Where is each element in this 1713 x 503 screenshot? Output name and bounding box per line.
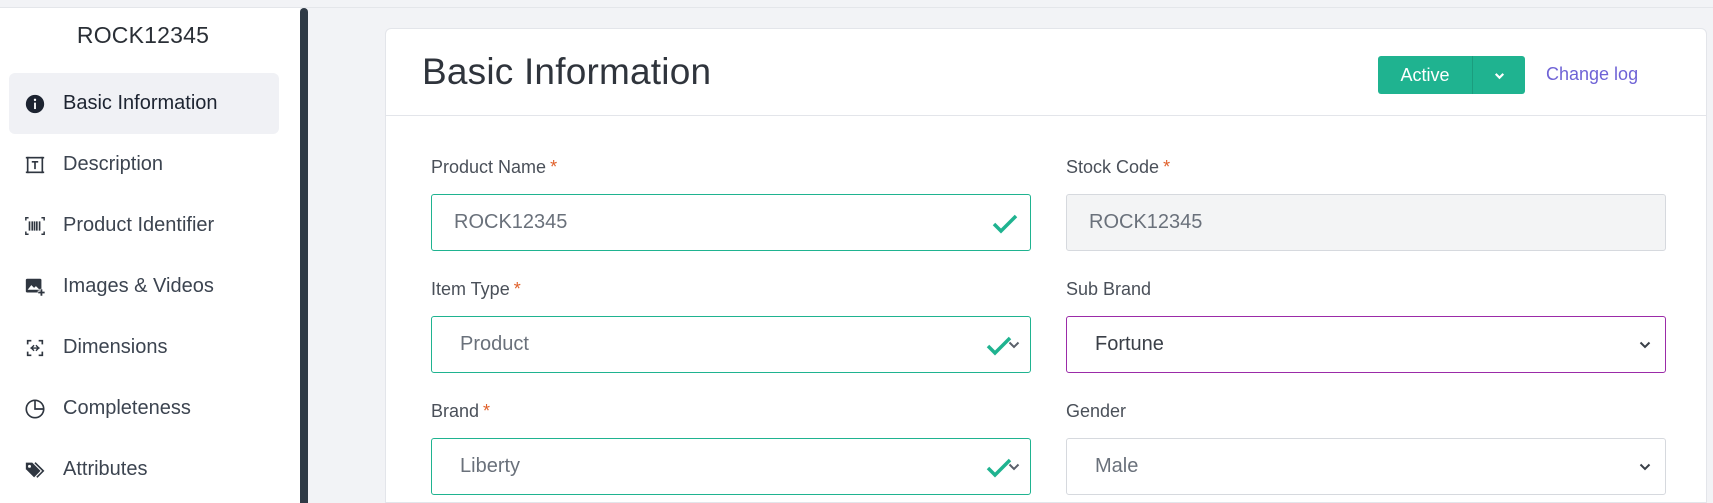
chevron-down-icon [1639,341,1651,349]
sidebar-resize-handle[interactable] [300,8,308,503]
barcode-icon [23,214,47,238]
stock-code-label-text: Stock Code [1066,157,1160,177]
sidebar: ROCK12345 Basic Information Description … [0,8,300,503]
gender-select[interactable]: Male [1066,438,1666,495]
sidebar-item-label: Basic Information [63,92,218,114]
sub-brand-label: Sub Brand [1066,279,1151,300]
brand-label-text: Brand [431,401,480,421]
page-title: Basic Information [422,51,712,92]
item-type-select[interactable]: Product [431,316,1031,373]
dimensions-icon [23,336,47,360]
chevron-down-icon [1008,463,1020,471]
sidebar-item-label: Dimensions [63,336,168,358]
change-log-link[interactable]: Change log [1546,64,1638,85]
sidebar-item-dimensions[interactable]: Dimensions [9,317,279,378]
required-marker: * [1163,157,1171,177]
required-marker: * [483,401,491,421]
chevron-down-icon[interactable] [1472,56,1525,94]
sidebar-item-description[interactable]: Description [9,134,279,195]
sidebar-item-images-videos[interactable]: Images & Videos [9,256,279,317]
item-type-value: Product [460,333,529,355]
sidebar-item-label: Images & Videos [63,275,214,297]
stock-code-value: ROCK12345 [1089,211,1203,233]
sidebar-item-attributes[interactable]: Attributes [9,439,279,500]
required-marker: * [550,157,558,177]
pie-chart-icon [23,397,47,421]
sidebar-nav: Basic Information Description Product Id… [9,73,279,500]
sidebar-item-product-identifier[interactable]: Product Identifier [9,195,279,256]
product-name-input[interactable]: ROCK12345 [431,194,1031,251]
brand-select[interactable]: Liberty [431,438,1031,495]
sub-brand-select[interactable]: Fortune [1066,316,1666,373]
item-type-label: Item Type * [431,279,521,300]
sub-brand-value: Fortune [1095,333,1164,355]
sidebar-title: ROCK12345 [76,22,210,48]
status-dropdown[interactable]: Active [1378,56,1525,94]
gender-label-text: Gender [1066,401,1127,421]
tags-icon [23,458,47,482]
brand-label: Brand * [431,401,490,422]
basic-information-card: Basic Information Active Change log Prod… [385,28,1707,503]
stock-code-label: Stock Code * [1066,157,1170,178]
gender-value: Male [1095,455,1139,477]
top-strip [0,0,1713,8]
chevron-down-icon [1008,341,1020,349]
check-icon [992,214,1018,234]
sidebar-item-label: Attributes [63,458,148,480]
gender-label: Gender [1066,401,1126,422]
info-icon [23,92,47,116]
sidebar-item-label: Description [63,153,164,175]
sub-brand-label-text: Sub Brand [1066,279,1152,299]
required-marker: * [513,279,521,299]
card-header: Basic Information Active Change log [386,29,1706,116]
text-box-icon [23,153,47,177]
status-button-label[interactable]: Active [1378,56,1472,94]
sidebar-item-label: Product Identifier [63,214,215,236]
product-name-label: Product Name * [431,157,557,178]
sidebar-item-completeness[interactable]: Completeness [9,378,279,439]
brand-value: Liberty [460,455,521,477]
image-add-icon [23,275,47,299]
product-name-value: ROCK12345 [454,211,568,233]
product-name-label-text: Product Name [431,157,547,177]
chevron-down-icon [1639,463,1651,471]
sidebar-item-label: Completeness [63,397,191,419]
stock-code-input: ROCK12345 [1066,194,1666,251]
sidebar-item-basic-information[interactable]: Basic Information [9,73,279,134]
item-type-label-text: Item Type [431,279,510,299]
